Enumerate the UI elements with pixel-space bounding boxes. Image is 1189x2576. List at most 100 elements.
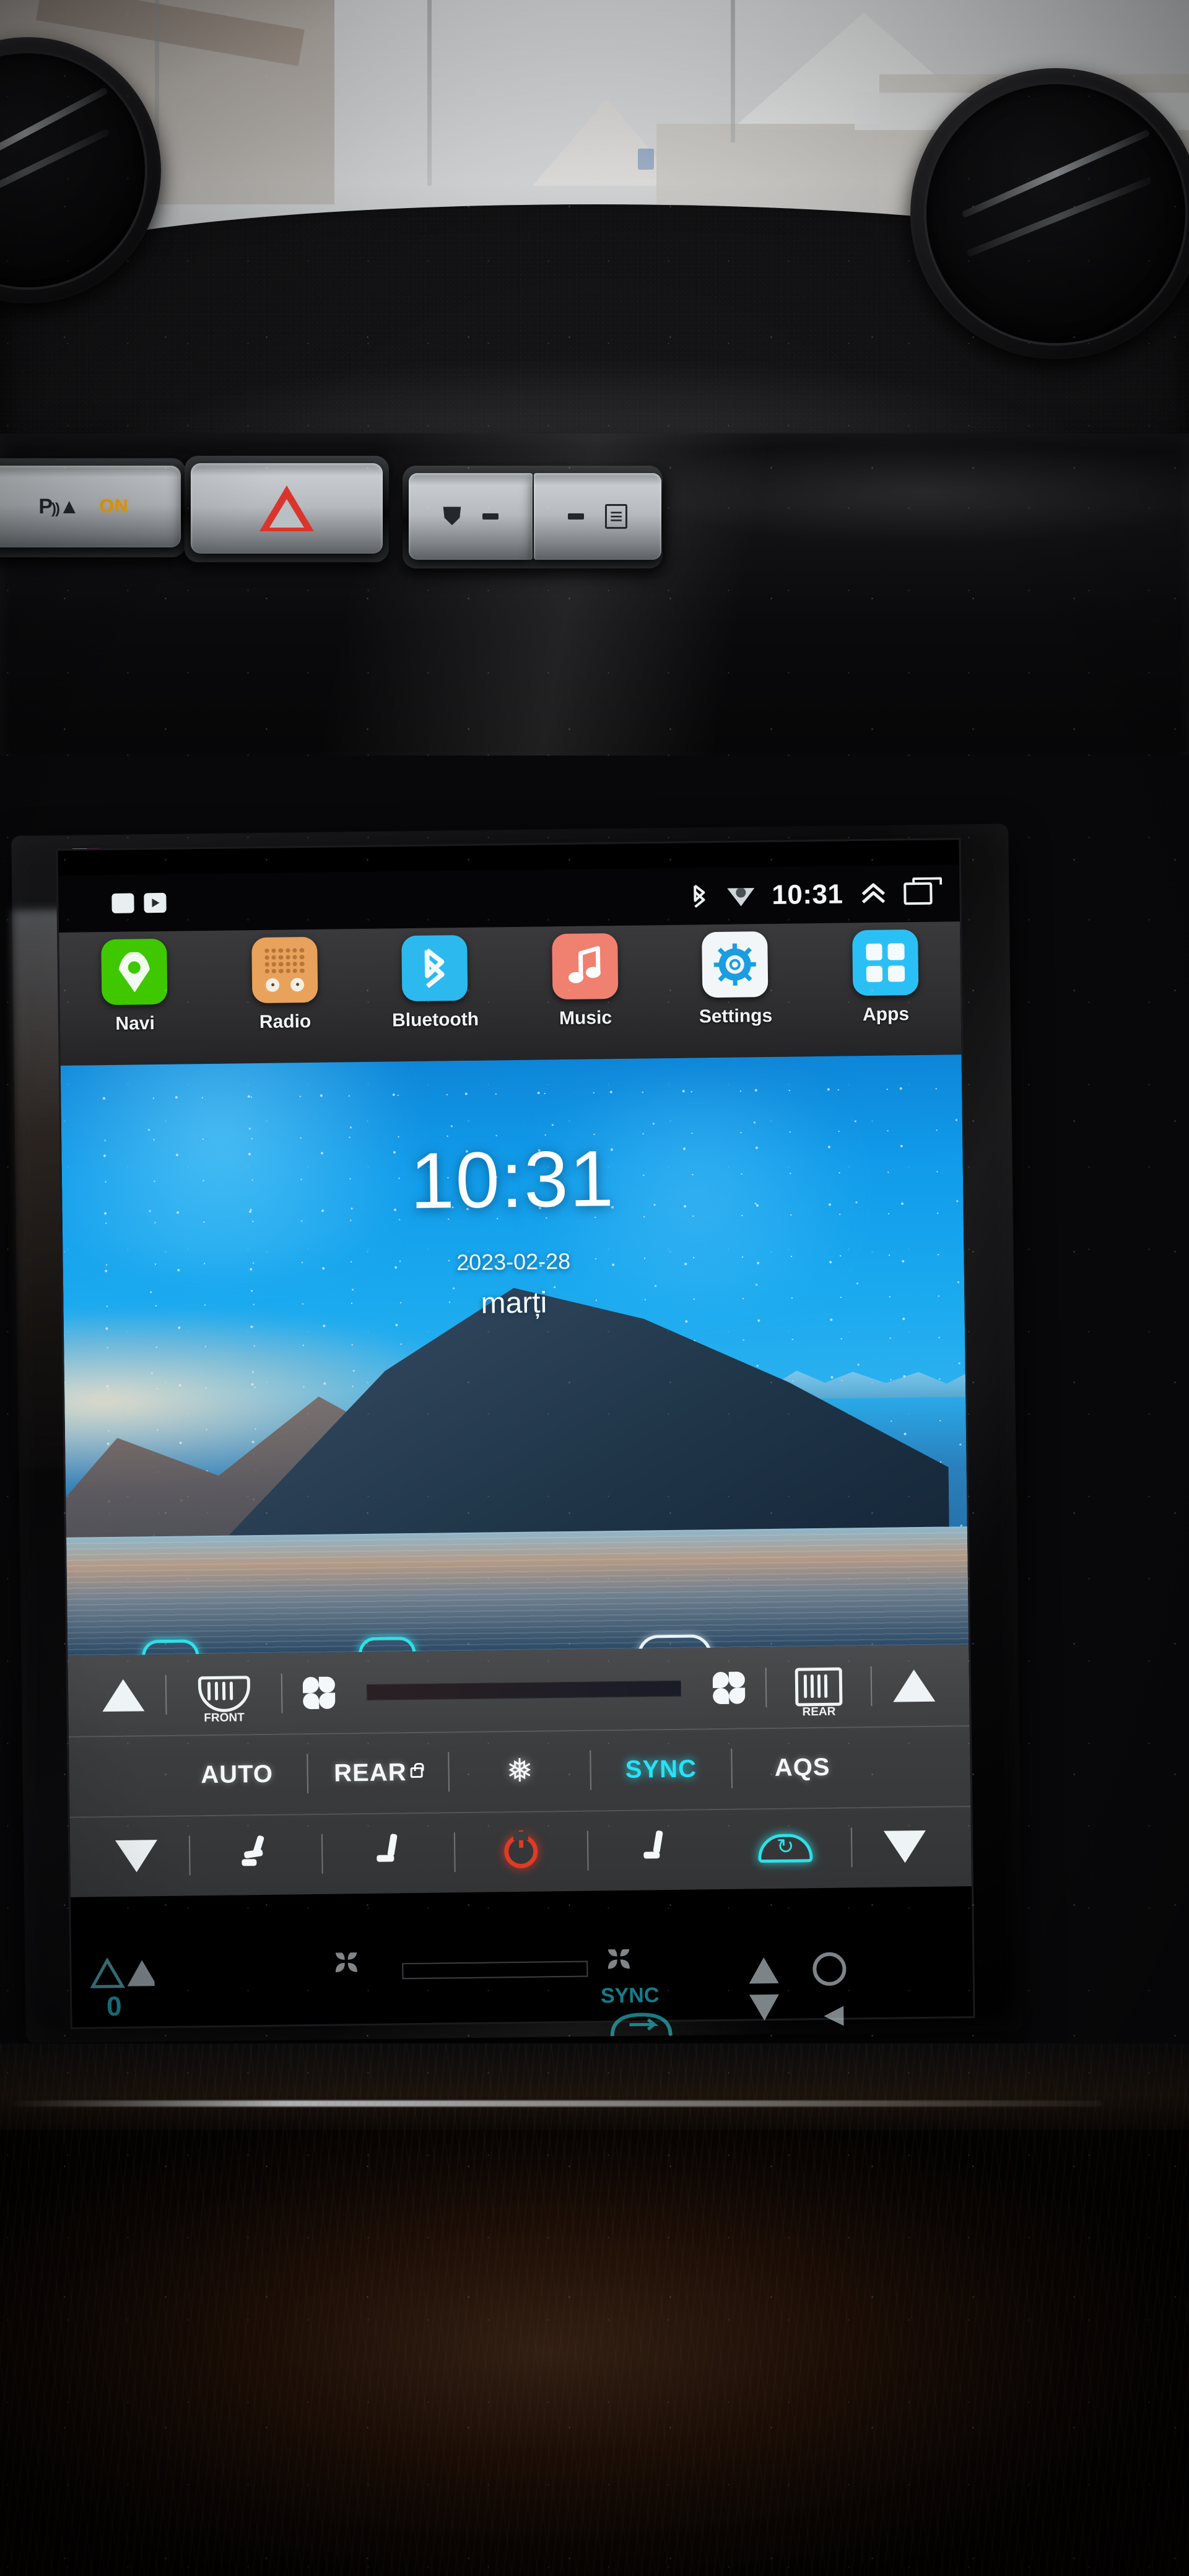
pdc-parking-sensor-button[interactable]: P))▲ ON bbox=[0, 466, 181, 547]
triangle-up-icon bbox=[892, 1669, 935, 1702]
status-bar-clock: 10:31 bbox=[772, 879, 843, 910]
airflow-face-button[interactable] bbox=[588, 1830, 720, 1870]
app-label-radio: Radio bbox=[259, 1011, 311, 1033]
peek-recirculation-icon bbox=[142, 1639, 199, 1656]
airflow-feet-button[interactable] bbox=[323, 1833, 455, 1873]
airflow-face-feet-button[interactable] bbox=[190, 1835, 322, 1875]
status-bar: 10:31 bbox=[58, 864, 960, 933]
triangle-up-icon bbox=[102, 1679, 145, 1712]
temp-up-right-button[interactable] bbox=[872, 1669, 956, 1702]
fan-speed-slider[interactable] bbox=[367, 1680, 681, 1700]
temp-down-left-button[interactable] bbox=[84, 1839, 189, 1873]
app-label-apps: Apps bbox=[862, 1004, 910, 1025]
rear-defrost-icon: ≡ bbox=[605, 504, 627, 529]
rear-defrost-icon: REAR bbox=[795, 1667, 843, 1718]
climate-row-mid: AUTO REAR ❅ SYNC AQS bbox=[69, 1725, 970, 1817]
status-bar-indicators: 10:31 bbox=[689, 878, 933, 912]
wood-grain-texture bbox=[0, 2043, 1189, 2576]
app-radio[interactable]: Radio bbox=[209, 936, 360, 1033]
rear-defrost-indicator bbox=[568, 513, 585, 520]
navi-icon-tile[interactable] bbox=[101, 938, 168, 1006]
front-defrost-indicator bbox=[482, 513, 499, 520]
reflection-sync-label: SYNC bbox=[600, 1983, 660, 2008]
recirculation-button[interactable] bbox=[720, 1833, 851, 1863]
double-chevron-up-icon[interactable] bbox=[860, 882, 886, 907]
rear-defrost-button[interactable]: ≡ bbox=[534, 473, 661, 560]
app-label-music: Music bbox=[559, 1007, 612, 1029]
sync-label: SYNC bbox=[625, 1754, 697, 1783]
fan-decrease-button[interactable] bbox=[282, 1675, 356, 1710]
app-dock: Navi Radio Bluetooth Music Settings Apps bbox=[59, 921, 962, 1066]
fan-increase-button[interactable] bbox=[692, 1670, 765, 1705]
home-clock: 10:31 bbox=[409, 1134, 616, 1226]
rear-defrost-label: REAR bbox=[802, 1705, 836, 1719]
climate-control-panel[interactable]: FRONT REAR AUTO REAR ❅ SYNC AQS ↻ bbox=[68, 1645, 972, 1897]
app-settings[interactable]: Settings bbox=[660, 931, 811, 1028]
temp-up-left-button[interactable] bbox=[82, 1679, 165, 1712]
radio-icon bbox=[264, 948, 305, 973]
ac-snowflake-button[interactable]: ❅ bbox=[450, 1752, 590, 1791]
front-defrost-label: FRONT bbox=[204, 1711, 245, 1725]
aqs-button[interactable]: AQS bbox=[732, 1753, 873, 1783]
pdc-status-label: ON bbox=[99, 496, 129, 516]
front-defrost-icon: FRONT bbox=[198, 1676, 250, 1725]
bluetooth-icon-tile[interactable] bbox=[401, 934, 468, 1002]
pdc-icon: P))▲ bbox=[38, 494, 79, 518]
front-defrost-button-screen[interactable]: FRONT bbox=[167, 1676, 282, 1725]
status-bar-notifications bbox=[111, 892, 167, 913]
triangle-down-icon bbox=[883, 1830, 926, 1863]
reflection-value: 0 bbox=[106, 1991, 122, 2022]
auto-button[interactable]: AUTO bbox=[167, 1760, 307, 1790]
app-apps[interactable]: Apps bbox=[810, 929, 961, 1026]
settings-icon-tile[interactable] bbox=[702, 931, 769, 998]
car-interior-photo: P))▲ ON ⛊ ≡ 出厂保护膜请撕下 撕掉膜 bbox=[0, 0, 1189, 2576]
sync-button[interactable]: SYNC bbox=[591, 1754, 731, 1784]
lock-icon bbox=[410, 1767, 423, 1778]
app-label-bluetooth: Bluetooth bbox=[391, 1009, 479, 1031]
home-wallpaper[interactable]: 10:31 2023-02-28 marți bbox=[60, 1055, 969, 1656]
fan-icon bbox=[302, 1676, 337, 1711]
app-label-settings: Settings bbox=[699, 1005, 773, 1027]
aqs-label: AQS bbox=[774, 1753, 830, 1782]
rear-defrost-button-screen[interactable]: REAR bbox=[766, 1667, 871, 1718]
apps-icon-tile[interactable] bbox=[851, 929, 919, 996]
app-label-navi: Navi bbox=[115, 1013, 155, 1034]
media-play-icon bbox=[144, 892, 167, 913]
radio-knobs-icon bbox=[265, 978, 305, 992]
reflection-slider bbox=[402, 1960, 588, 1980]
climate-row-top: FRONT REAR bbox=[68, 1645, 969, 1736]
climate-power-button[interactable] bbox=[455, 1834, 587, 1869]
air-vent-right bbox=[910, 68, 1189, 359]
bluetooth-icon bbox=[689, 883, 710, 909]
radio-icon-tile[interactable] bbox=[251, 936, 318, 1004]
bluetooth-icon bbox=[424, 948, 445, 988]
lower-console-wood bbox=[0, 2043, 1189, 2576]
hazard-lights-button[interactable] bbox=[191, 463, 383, 554]
app-music[interactable]: Music bbox=[510, 933, 661, 1030]
gear-icon bbox=[713, 943, 757, 986]
recirculation-icon bbox=[757, 1834, 813, 1863]
rear-lock-button[interactable]: REAR bbox=[308, 1758, 448, 1788]
temp-down-right-button[interactable] bbox=[852, 1830, 957, 1863]
power-icon bbox=[504, 1834, 539, 1869]
map-pin-icon bbox=[118, 951, 151, 993]
head-unit-screen[interactable]: 10:31 Navi Radio Bluetooth Music Setting… bbox=[58, 840, 973, 2027]
app-bluetooth[interactable]: Bluetooth bbox=[359, 934, 510, 1032]
notification-icon bbox=[111, 893, 134, 913]
auto-label: AUTO bbox=[201, 1760, 274, 1788]
triangle-down-icon bbox=[115, 1840, 158, 1873]
hazard-triangle-icon bbox=[259, 485, 314, 531]
gps-signal-icon bbox=[727, 885, 754, 907]
front-defrost-icon: ⛊ bbox=[443, 502, 461, 530]
recent-apps-icon[interactable] bbox=[904, 882, 933, 905]
snowflake-icon: ❅ bbox=[506, 1752, 534, 1790]
music-icon-tile[interactable] bbox=[551, 933, 619, 1000]
rear-label: REAR bbox=[333, 1758, 407, 1787]
airflow-face-icon bbox=[640, 1830, 669, 1869]
app-navi[interactable]: Navi bbox=[59, 938, 210, 1035]
app-grid-icon bbox=[866, 943, 905, 983]
airflow-face-feet-icon bbox=[242, 1835, 271, 1874]
front-defrost-button[interactable]: ⛊ bbox=[409, 473, 533, 560]
climate-row-bottom bbox=[70, 1806, 972, 1897]
fan-icon bbox=[711, 1670, 746, 1705]
